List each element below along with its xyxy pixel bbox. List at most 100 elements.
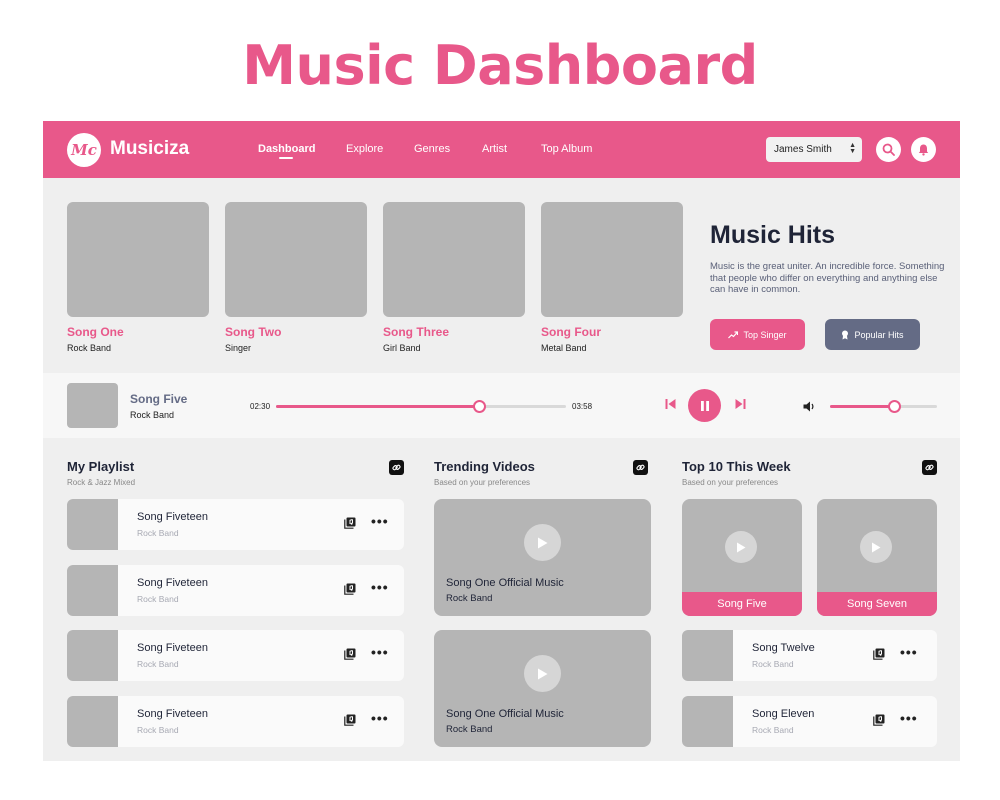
play-icon [737, 542, 746, 552]
card-song-title: Song Three [383, 325, 450, 339]
page-title: Music Dashboard [242, 34, 758, 97]
track-thumbnail [67, 565, 118, 616]
video-title: Song One Official Music [446, 577, 564, 589]
progress-fill [276, 405, 479, 408]
card-song-title: Song Four [541, 325, 601, 339]
video-artist: Rock Band [446, 724, 493, 735]
video-play-button[interactable] [524, 655, 561, 692]
track-thumbnail [67, 499, 118, 550]
playlist-row[interactable]: Song Fiveteen Rock Band ••• [67, 630, 404, 681]
playlist-row[interactable]: Song Fiveteen Rock Band ••• [67, 565, 404, 616]
nav-top-album[interactable]: Top Album [541, 143, 592, 155]
trending-link-button[interactable] [633, 460, 648, 475]
volume-fill [830, 405, 895, 408]
top10-card[interactable]: Song Seven [817, 499, 937, 616]
progress-slider[interactable] [276, 400, 566, 413]
now-playing-thumbnail [67, 383, 118, 428]
elapsed-time: 02:30 [250, 402, 271, 411]
link-icon [636, 464, 645, 471]
now-playing-artist: Rock Band [130, 410, 175, 420]
playlist-title: My Playlist [67, 459, 135, 474]
video-card[interactable]: Song One Official Music Rock Band [434, 630, 651, 747]
track-artist: Rock Band [137, 528, 179, 538]
volume-handle[interactable] [888, 400, 902, 413]
video-artist: Rock Band [446, 593, 493, 604]
card-song-title: Song Two [225, 325, 282, 339]
playlist-subtitle: Rock & Jazz Mixed [67, 478, 136, 487]
album-thumbnail [383, 202, 525, 317]
playlist-row[interactable]: Song Fiveteen Rock Band ••• [67, 696, 404, 747]
volume-icon[interactable] [803, 401, 816, 412]
next-icon[interactable] [735, 398, 746, 410]
track-title: Song Fiveteen [137, 577, 208, 589]
nav-active-indicator [279, 157, 293, 159]
top10-card-title: Song Five [682, 592, 802, 616]
top10-card[interactable]: Song Five [682, 499, 802, 616]
nav-artist[interactable]: Artist [482, 143, 507, 155]
album-thumbnail [67, 202, 209, 317]
volume-slider[interactable] [830, 400, 937, 413]
logo-icon[interactable]: Mc [67, 133, 101, 167]
track-thumbnail [682, 696, 733, 747]
more-options-icon[interactable]: ••• [371, 579, 389, 595]
more-options-icon[interactable]: ••• [371, 710, 389, 726]
featured-card[interactable]: Song Three Girl Band [383, 202, 525, 353]
featured-card[interactable]: Song One Rock Band [67, 202, 209, 353]
user-select[interactable]: James Smith ▲ ▼ [766, 137, 862, 162]
nav-dashboard[interactable]: Dashboard [258, 143, 315, 155]
top-singer-button[interactable]: Top Singer [710, 319, 805, 350]
card-play-button[interactable] [725, 531, 757, 563]
add-to-queue-icon[interactable] [344, 583, 356, 595]
track-thumbnail [67, 630, 118, 681]
popular-hits-label: Popular Hits [854, 329, 904, 340]
more-options-icon[interactable]: ••• [900, 710, 918, 726]
video-play-button[interactable] [524, 524, 561, 561]
add-to-queue-icon[interactable] [873, 714, 885, 726]
playlist-link-button[interactable] [389, 460, 404, 475]
nav-explore[interactable]: Explore [346, 143, 383, 155]
trending-up-icon [728, 330, 739, 338]
link-icon [392, 464, 401, 471]
previous-icon[interactable] [665, 398, 676, 410]
hits-title: Music Hits [710, 221, 836, 249]
top-header: Mc Musiciza Dashboard Explore Genres Art… [43, 121, 960, 178]
add-to-queue-icon[interactable] [344, 648, 356, 660]
track-title: Song Twelve [752, 642, 815, 654]
top10-row[interactable]: Song Eleven Rock Band ••• [682, 696, 937, 747]
track-thumbnail [682, 630, 733, 681]
card-play-button[interactable] [860, 531, 892, 563]
popular-hits-button[interactable]: Popular Hits [825, 319, 920, 350]
featured-card[interactable]: Song Four Metal Band [541, 202, 683, 353]
add-to-queue-icon[interactable] [344, 517, 356, 529]
track-title: Song Fiveteen [137, 642, 208, 654]
playlist-row[interactable]: Song Fiveteen Rock Band ••• [67, 499, 404, 550]
top10-link-button[interactable] [922, 460, 937, 475]
featured-card[interactable]: Song Two Singer [225, 202, 367, 353]
pause-button[interactable] [688, 389, 721, 422]
track-artist: Rock Band [137, 725, 179, 735]
add-to-queue-icon[interactable] [873, 648, 885, 660]
top10-subtitle: Based on your preferences [682, 478, 779, 487]
top10-row[interactable]: Song Twelve Rock Band ••• [682, 630, 937, 681]
add-to-queue-icon[interactable] [344, 714, 356, 726]
play-icon [538, 668, 548, 679]
notifications-button[interactable] [911, 137, 936, 162]
brand-name[interactable]: Musiciza [110, 138, 189, 160]
track-title: Song Eleven [752, 708, 815, 720]
dashboard-window: Mc Musiciza Dashboard Explore Genres Art… [43, 121, 960, 761]
trending-subtitle: Based on your preferences [434, 478, 531, 487]
more-options-icon[interactable]: ••• [900, 644, 918, 660]
top10-card-title: Song Seven [817, 592, 937, 616]
nav-genres[interactable]: Genres [414, 143, 450, 155]
more-options-icon[interactable]: ••• [371, 644, 389, 660]
search-button[interactable] [876, 137, 901, 162]
progress-handle[interactable] [473, 400, 486, 413]
track-artist: Rock Band [752, 725, 794, 735]
video-card[interactable]: Song One Official Music Rock Band [434, 499, 651, 616]
play-icon [538, 537, 548, 548]
more-options-icon[interactable]: ••• [371, 513, 389, 529]
search-icon [882, 143, 895, 156]
now-playing-bar: Song Five Rock Band 02:30 03:58 [43, 373, 960, 438]
card-artist: Girl Band [383, 343, 421, 353]
card-artist: Metal Band [541, 343, 587, 353]
